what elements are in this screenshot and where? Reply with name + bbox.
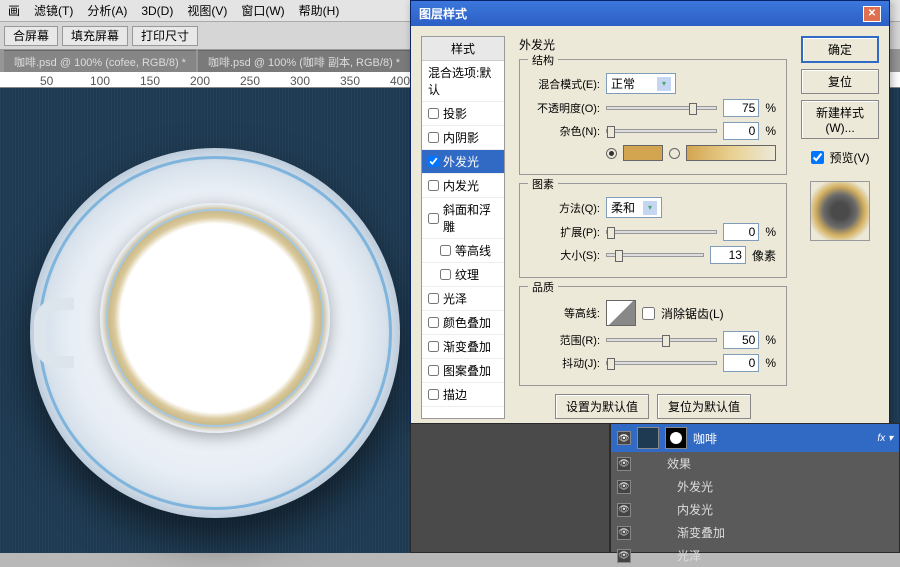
style-item[interactable]: 渐变叠加 (422, 335, 504, 359)
dialog-title: 图层样式 (419, 5, 467, 22)
settings-panel: 外发光 结构 混合模式(E): 正常▾ 不透明度(O): 75 % 杂色(N):… (513, 36, 793, 419)
layer-thumbnail[interactable] (637, 427, 659, 449)
style-item[interactable]: 投影 (422, 102, 504, 126)
spread-slider[interactable] (606, 230, 717, 234)
cancel-button[interactable]: 复位 (801, 69, 879, 94)
style-item[interactable]: 内发光 (422, 174, 504, 198)
menu-item[interactable]: 滤镜(T) (34, 2, 73, 19)
visibility-icon[interactable]: 👁 (617, 549, 631, 563)
mask-thumbnail[interactable] (665, 427, 687, 449)
gradient-picker[interactable] (686, 145, 776, 161)
noise-slider[interactable] (606, 129, 717, 133)
doc-tab[interactable]: 咖啡.psd @ 100% (咖啡 副本, RGB/8) * (198, 50, 410, 73)
visibility-icon[interactable]: 👁 (617, 503, 631, 517)
menu-item[interactable]: 3D(D) (141, 4, 173, 18)
structure-group: 结构 混合模式(E): 正常▾ 不透明度(O): 75 % 杂色(N): 0 % (519, 59, 787, 175)
dialog-titlebar[interactable]: 图层样式 ✕ (411, 1, 889, 26)
close-icon[interactable]: ✕ (863, 6, 881, 22)
styles-header[interactable]: 样式 (422, 37, 504, 61)
print-size-button[interactable]: 打印尺寸 (132, 26, 198, 46)
preview-checkbox[interactable] (811, 151, 824, 164)
style-item[interactable]: 描边 (422, 383, 504, 407)
effects-row[interactable]: 👁 效果 (611, 452, 899, 475)
visibility-icon[interactable]: 👁 (617, 431, 631, 445)
range-input[interactable]: 50 (723, 331, 759, 349)
color-radio[interactable] (606, 148, 617, 159)
blend-options[interactable]: 混合选项:默认 (422, 61, 504, 102)
elements-group: 图素 方法(Q): 柔和▾ 扩展(P): 0 % 大小(S): 13 像素 (519, 183, 787, 278)
quality-group: 品质 等高线: 消除锯齿(L) 范围(R): 50 % 抖动(J): 0 (519, 286, 787, 386)
technique-dropdown[interactable]: 柔和▾ (606, 197, 662, 218)
spread-input[interactable]: 0 (723, 223, 759, 241)
noise-input[interactable]: 0 (723, 122, 759, 140)
styles-list: 样式 混合选项:默认 投影 内阴影 外发光 内发光 斜面和浮雕 等高线 纹理 光… (421, 36, 505, 419)
effect-item[interactable]: 👁 外发光 (611, 475, 899, 498)
fit-screen-button[interactable]: 合屏幕 (4, 26, 58, 46)
new-style-button[interactable]: 新建样式(W)... (801, 100, 879, 139)
visibility-icon[interactable]: 👁 (617, 457, 631, 471)
style-item[interactable]: 光泽 (422, 287, 504, 311)
gradient-radio[interactable] (669, 148, 680, 159)
jitter-input[interactable]: 0 (723, 354, 759, 372)
fx-badge[interactable]: fx ▾ (877, 433, 893, 444)
style-item[interactable]: 内阴影 (422, 126, 504, 150)
blend-mode-dropdown[interactable]: 正常▾ (606, 73, 676, 94)
menu-item[interactable]: 分析(A) (87, 2, 127, 19)
panel-heading: 外发光 (519, 36, 787, 53)
menu-item[interactable]: 窗口(W) (241, 2, 284, 19)
opacity-input[interactable]: 75 (723, 99, 759, 117)
antialias-checkbox[interactable] (642, 307, 655, 320)
effect-item[interactable]: 👁 渐变叠加 (611, 521, 899, 544)
menu-item[interactable]: 画 (8, 2, 20, 19)
navigator-panel[interactable] (410, 423, 610, 553)
range-slider[interactable] (606, 338, 717, 342)
visibility-icon[interactable]: 👁 (617, 526, 631, 540)
visibility-icon[interactable]: 👁 (617, 480, 631, 494)
set-default-button[interactable]: 设置为默认值 (555, 394, 649, 419)
size-slider[interactable] (606, 253, 704, 257)
chevron-down-icon: ▾ (643, 201, 657, 215)
style-item[interactable]: 斜面和浮雕 (422, 198, 504, 239)
layer-style-dialog: 图层样式 ✕ 样式 混合选项:默认 投影 内阴影 外发光 内发光 斜面和浮雕 等… (410, 0, 890, 430)
effect-item[interactable]: 👁 光泽 (611, 544, 899, 567)
menu-item[interactable]: 视图(V) (187, 2, 227, 19)
layer-row[interactable]: 👁 咖啡 fx ▾ (611, 424, 899, 452)
fill-screen-button[interactable]: 填充屏幕 (62, 26, 128, 46)
ok-button[interactable]: 确定 (801, 36, 879, 63)
doc-tab[interactable]: 咖啡.psd @ 100% (cofee, RGB/8) * (4, 50, 196, 73)
coffee-cup-artwork (30, 148, 400, 518)
layer-name: 咖啡 (693, 430, 717, 447)
layers-panel: 👁 咖啡 fx ▾ 👁 效果 👁 外发光 👁 内发光 👁 渐变叠加 👁 光泽 (610, 423, 900, 553)
chevron-down-icon: ▾ (657, 77, 671, 91)
style-item[interactable]: 纹理 (422, 263, 504, 287)
reset-default-button[interactable]: 复位为默认值 (657, 394, 751, 419)
preview-thumbnail (810, 181, 870, 241)
size-input[interactable]: 13 (710, 246, 746, 264)
dialog-actions: 确定 复位 新建样式(W)... 预览(V) (801, 36, 879, 419)
style-item[interactable]: 图案叠加 (422, 359, 504, 383)
glow-color-swatch[interactable] (623, 145, 663, 161)
menu-item[interactable]: 帮助(H) (299, 2, 340, 19)
style-item-outer-glow[interactable]: 外发光 (422, 150, 504, 174)
opacity-slider[interactable] (606, 106, 717, 110)
jitter-slider[interactable] (606, 361, 717, 365)
style-item[interactable]: 颜色叠加 (422, 311, 504, 335)
style-item[interactable]: 等高线 (422, 239, 504, 263)
contour-picker[interactable] (606, 300, 636, 326)
effect-item[interactable]: 👁 内发光 (611, 498, 899, 521)
